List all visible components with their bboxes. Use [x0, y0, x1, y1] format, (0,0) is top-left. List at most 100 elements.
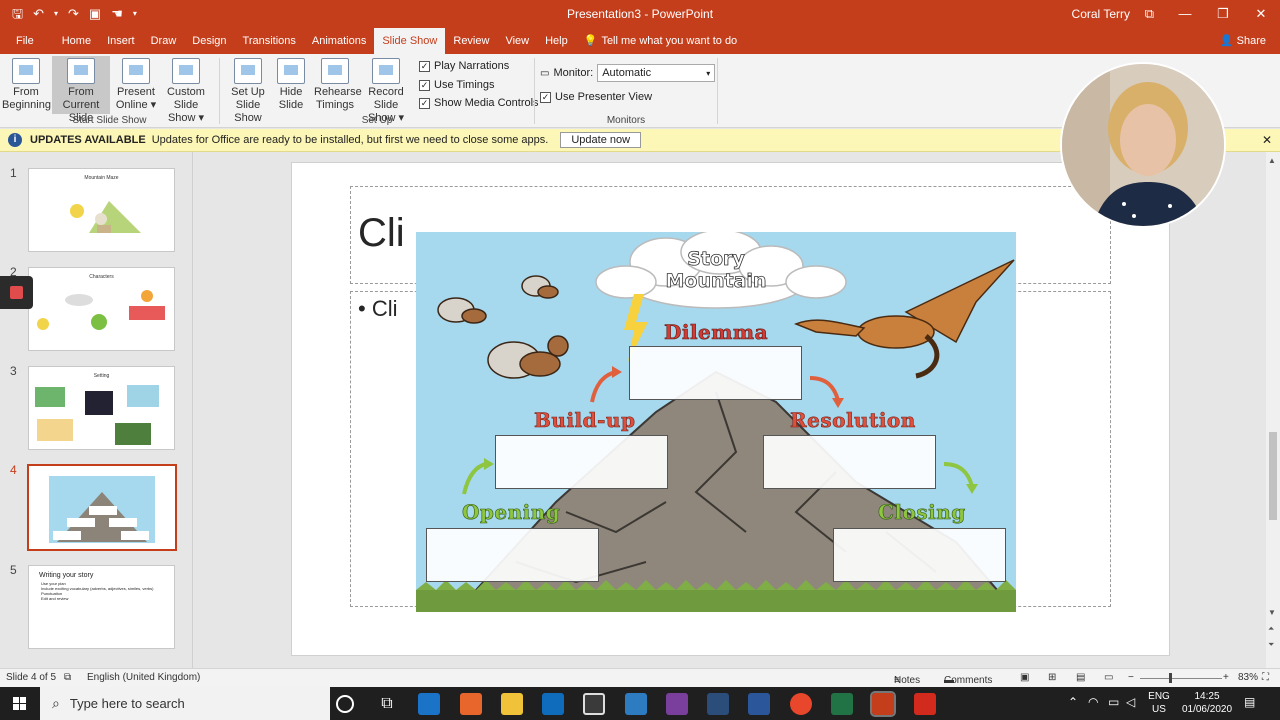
touch-mode-icon[interactable]: ☚: [111, 0, 123, 28]
slide-thumbnail-2[interactable]: Characters: [28, 267, 175, 351]
excel-icon[interactable]: [831, 693, 853, 715]
scroll-up-icon[interactable]: ▲: [1268, 156, 1276, 165]
tab-home[interactable]: Home: [54, 28, 99, 54]
next-slide-icon[interactable]: ⏷: [1268, 640, 1274, 650]
zoom-out-icon[interactable]: −: [1128, 672, 1134, 683]
buildup-writing-box[interactable]: [495, 435, 668, 489]
tab-transitions[interactable]: Transitions: [235, 28, 304, 54]
characters-picture-icon: [37, 290, 165, 330]
volume-icon[interactable]: ◁: [1126, 696, 1135, 709]
show-media-controls-checkbox[interactable]: ✓ Show Media Controls: [419, 97, 539, 109]
slideshow-view-icon[interactable]: ▭: [1104, 672, 1113, 683]
save-icon[interactable]: 🖫: [12, 0, 23, 28]
zoom-slider[interactable]: [1140, 678, 1222, 679]
slide-thumbnail-5[interactable]: Writing your story Use your plan Include…: [28, 565, 175, 649]
reading-view-icon[interactable]: ▤: [1076, 672, 1085, 683]
cortana-icon[interactable]: [336, 695, 354, 713]
closing-writing-box[interactable]: [833, 528, 1006, 582]
thumbnail-bullets: Use your plan Include exciting vocabular…: [41, 581, 174, 601]
start-button[interactable]: [0, 687, 40, 720]
battery-icon[interactable]: ▭: [1108, 696, 1119, 709]
tab-help[interactable]: Help: [537, 28, 576, 54]
spelling-check-icon[interactable]: ⧉: [64, 672, 71, 683]
show-hidden-icons-icon[interactable]: ⌃: [1068, 696, 1078, 709]
restore-icon[interactable]: ❐: [1204, 0, 1242, 28]
acrobat-icon[interactable]: [914, 693, 936, 715]
slide-thumbnail-3[interactable]: Setting: [28, 366, 175, 450]
undo-dropdown-icon[interactable]: ▾: [54, 0, 58, 28]
edge-icon[interactable]: [418, 693, 440, 715]
monitor-label: Monitor:: [553, 67, 594, 79]
tab-insert[interactable]: Insert: [99, 28, 143, 54]
normal-view-icon[interactable]: ▣: [1020, 672, 1029, 683]
start-slide-show-group-label: Start Slide Show: [72, 115, 147, 126]
monitor-dropdown[interactable]: Automatic ▾: [597, 64, 716, 82]
onenote-icon[interactable]: [666, 693, 688, 715]
scrollbar-thumb[interactable]: [1269, 432, 1277, 520]
tab-review[interactable]: Review: [445, 28, 497, 54]
chrome-icon[interactable]: [790, 693, 812, 715]
outlook-icon[interactable]: [542, 693, 564, 715]
slide-thumbnail-1[interactable]: Mountain Maze: [28, 168, 175, 252]
slide-number: 4: [10, 463, 17, 477]
zoom-level[interactable]: 83%: [1238, 672, 1258, 683]
undo-icon[interactable]: ↶: [33, 0, 44, 28]
scroll-down-icon[interactable]: ▼: [1268, 608, 1276, 617]
tab-draw[interactable]: Draw: [143, 28, 185, 54]
from-beginning-button[interactable]: From Beginning: [2, 56, 51, 114]
present-online-button[interactable]: Present Online ▾: [114, 56, 158, 114]
resolution-writing-box[interactable]: [763, 435, 936, 489]
custom-slide-show-button[interactable]: Custom Slide Show ▾: [155, 56, 217, 124]
play-narrations-checkbox[interactable]: ✓ Play Narrations: [419, 60, 509, 72]
story-mountain-image[interactable]: Story Mountain Dilemma Build-up Resoluti…: [416, 232, 1016, 612]
notifications-icon[interactable]: ▤: [1244, 696, 1255, 709]
close-icon[interactable]: ✕: [1242, 0, 1280, 28]
recording-stop-button[interactable]: [0, 276, 33, 309]
language-indicator[interactable]: English (United Kingdom): [87, 672, 200, 683]
tab-file[interactable]: File: [0, 28, 54, 54]
minimize-icon[interactable]: —: [1166, 0, 1204, 28]
slide-sorter-icon[interactable]: ⊞: [1048, 672, 1056, 683]
slide-thumbnail-4[interactable]: [27, 464, 177, 551]
vertical-scrollbar[interactable]: ▲ ▼ ⏶ ⏷: [1266, 152, 1280, 668]
mail-icon[interactable]: [625, 693, 647, 715]
sims-icon[interactable]: [707, 693, 729, 715]
close-icon[interactable]: ✕: [1262, 133, 1272, 147]
tab-animations[interactable]: Animations: [304, 28, 374, 54]
play-from-current-icon: [67, 58, 95, 84]
network-icon[interactable]: ◠: [1088, 696, 1098, 709]
set-up-slide-show-button[interactable]: Set Up Slide Show: [223, 56, 273, 124]
update-now-button[interactable]: Update now: [560, 132, 642, 148]
previous-slide-icon[interactable]: ⏶: [1268, 624, 1274, 634]
user-name[interactable]: Coral Terry: [1072, 0, 1130, 28]
presentation-icon[interactable]: ▣: [89, 0, 101, 28]
tab-design[interactable]: Design: [184, 28, 234, 54]
zoom-slider-thumb[interactable]: [1169, 673, 1172, 683]
word-icon[interactable]: [748, 693, 770, 715]
language-switcher[interactable]: ENG US: [1148, 690, 1170, 716]
share-button[interactable]: 👤 Share: [1220, 28, 1266, 54]
rehearse-timings-button[interactable]: Rehearse Timings: [314, 56, 362, 114]
tell-me-search[interactable]: 💡 Tell me what you want to do: [576, 28, 745, 54]
use-timings-checkbox[interactable]: ✓ Use Timings: [419, 79, 495, 91]
record-slide-show-button[interactable]: Record Slide Show ▾: [357, 56, 415, 124]
zoom-in-icon[interactable]: +: [1223, 672, 1229, 683]
use-presenter-view-checkbox[interactable]: ✓ Use Presenter View: [540, 91, 652, 103]
from-current-slide-button[interactable]: From Current Slide: [52, 56, 110, 124]
ribbon-display-options-icon[interactable]: ⧉: [1145, 0, 1154, 28]
task-view-icon[interactable]: ⧉: [376, 693, 398, 715]
paint-app-icon[interactable]: [460, 693, 482, 715]
opening-writing-box[interactable]: [426, 528, 599, 582]
customize-qat-icon[interactable]: ▾: [133, 0, 137, 28]
tab-slide-show[interactable]: Slide Show: [374, 28, 446, 54]
taskbar-search-box[interactable]: ⌕ Type here to search: [40, 687, 330, 720]
hide-slide-button[interactable]: Hide Slide: [276, 56, 306, 114]
clock[interactable]: 14:25 01/06/2020: [1176, 690, 1238, 716]
dilemma-writing-box[interactable]: [629, 346, 802, 400]
powerpoint-icon[interactable]: [870, 691, 896, 717]
file-explorer-icon[interactable]: [501, 693, 523, 715]
store-icon[interactable]: [583, 693, 605, 715]
redo-icon[interactable]: ↷: [68, 0, 79, 28]
fit-to-window-icon[interactable]: ⛶: [1262, 672, 1269, 683]
tab-view[interactable]: View: [497, 28, 537, 54]
